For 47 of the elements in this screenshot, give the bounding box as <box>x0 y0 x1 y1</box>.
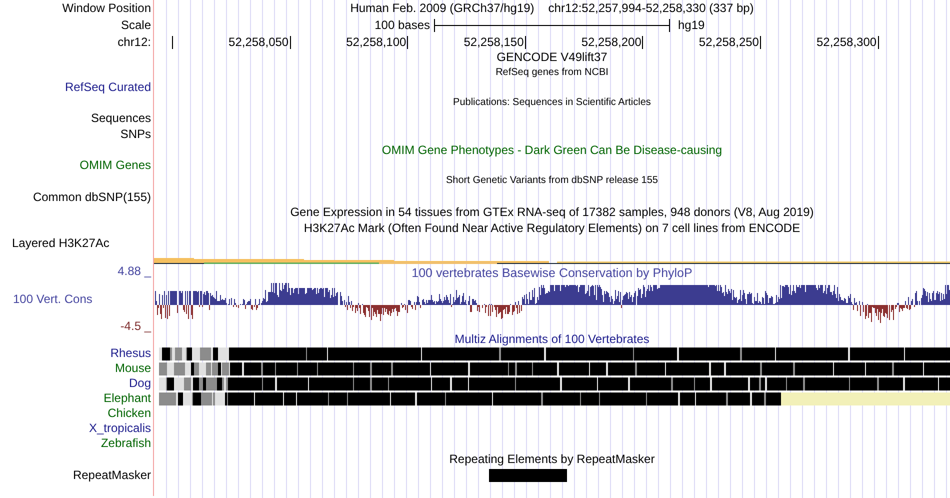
track-label[interactable]: Sequences <box>90 111 151 126</box>
species-label[interactable]: Chicken <box>108 406 151 421</box>
tick-label: 52,258,150 <box>464 34 524 50</box>
tick-label: 52,258,300 <box>816 34 877 50</box>
track-title: Short Genetic Variants from dbSNP release 155 <box>446 174 658 188</box>
ruler-tick <box>760 36 761 48</box>
ruler-tick <box>172 36 173 48</box>
ruler-tick <box>524 36 526 48</box>
axis-max-label: 4.88 _ <box>118 264 151 278</box>
track-label[interactable]: SNPs <box>120 126 151 142</box>
track-title: Publications: Sequences in Scientific Articles <box>453 96 651 110</box>
tick-label: 52,258,250 <box>698 34 759 50</box>
track-title: Repeating Elements by RepeatMasker <box>449 451 655 468</box>
position-text: chr12:52,257,994-52,258,330 (337 bp) <box>548 0 754 17</box>
track-title: H3K27Ac Mark (Often Found Near Active Regulatory Elements) on 7 cell lines from ENCODE <box>304 221 800 236</box>
row-label: Window Position <box>62 0 151 17</box>
ruler-tick <box>642 36 644 48</box>
ruler-tick <box>290 36 291 48</box>
track-title: Gene Expression in 54 tissues from GTEx RNA-seq of 17382 samples, 948 donors (V8, Aug 2019) <box>290 204 814 221</box>
track-title: RefSeq genes from NCBI <box>496 66 608 80</box>
species-label[interactable]: Dog <box>128 376 151 391</box>
species-label[interactable]: Elephant <box>104 391 151 406</box>
scale-length: 100 bases <box>374 18 430 32</box>
track-label[interactable]: RepeatMasker <box>72 468 151 483</box>
tick-label: 52,258,050 <box>228 34 289 50</box>
track-label[interactable]: Layered H3K27Ac <box>12 236 110 250</box>
track-label[interactable]: Common dbSNP(155) <box>32 190 151 204</box>
ruler-tick <box>878 36 879 48</box>
track-label[interactable]: OMIM Genes <box>80 159 151 172</box>
species-label[interactable]: Mouse <box>114 361 151 376</box>
species-label[interactable]: Zebrafish <box>100 436 151 451</box>
track-title: Multiz Alignments of 100 Vertebrates <box>454 333 650 346</box>
row-label: Scale <box>120 17 151 34</box>
row-label: chr12: <box>118 34 151 50</box>
axis-min-label: -4.5 _ <box>120 319 151 333</box>
tick-label: 52,258,200 <box>581 34 642 50</box>
scale-assembly: hg19 <box>678 18 705 32</box>
ruler-tick <box>407 36 408 48</box>
species-label[interactable]: Rhesus <box>110 346 151 361</box>
track-title: GENCODE V49lift37 <box>496 50 608 64</box>
species-label[interactable]: X_tropicalis <box>88 421 151 436</box>
assembly-name: Human Feb. 2009 (GRCh37/hg19) <box>350 0 534 17</box>
track-title: 100 vertebrates Basewise Conservation by PhyloP <box>410 266 694 280</box>
track-title: OMIM Gene Phenotypes - Dark Green Can Be Disease-causing <box>382 142 722 159</box>
track-label[interactable]: 100 Vert. Cons <box>0 292 151 306</box>
track-label[interactable]: RefSeq Curated <box>64 81 151 94</box>
tick-label: 52,258,100 <box>346 34 406 50</box>
